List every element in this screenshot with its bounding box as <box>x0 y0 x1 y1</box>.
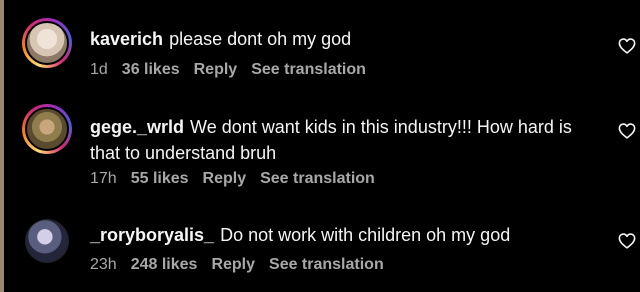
comment-time: 1d <box>90 61 108 78</box>
avatar[interactable] <box>22 104 72 154</box>
window-edge <box>0 0 4 292</box>
likes-count[interactable]: 248 likes <box>131 256 198 273</box>
comment-item: _roryboryalis_ Do not work with children … <box>22 216 636 278</box>
see-translation-button[interactable]: See translation <box>269 256 384 273</box>
see-translation-button[interactable]: See translation <box>251 61 366 78</box>
avatar[interactable] <box>22 18 72 68</box>
comment-body: gege._wrld We dont want kids in this indu… <box>90 114 588 166</box>
avatar[interactable] <box>25 219 69 263</box>
likes-count[interactable]: 55 likes <box>131 170 189 187</box>
comment-username[interactable]: gege._wrld <box>90 117 184 137</box>
likes-count[interactable]: 36 likes <box>122 61 180 78</box>
comment-username[interactable]: kaverich <box>90 29 163 49</box>
comment-body: _roryboryalis_ Do not work with children … <box>90 222 588 248</box>
reply-button[interactable]: Reply <box>194 61 238 78</box>
comment-meta: 17h 55 likes Reply See translation <box>90 170 389 188</box>
heart-outline-icon[interactable] <box>618 38 636 54</box>
comment-meta: 1d 36 likes Reply See translation <box>90 61 380 79</box>
comment-item: gege._wrld We dont want kids in this indu… <box>22 104 636 194</box>
comment-body: kaverich please dont oh my god <box>90 26 588 52</box>
reply-button[interactable]: Reply <box>203 170 247 187</box>
comment-text: please dont oh my god <box>169 29 352 49</box>
comment-time: 23h <box>90 256 117 273</box>
reply-button[interactable]: Reply <box>211 256 255 273</box>
heart-outline-icon[interactable] <box>618 233 636 249</box>
see-translation-button[interactable]: See translation <box>260 170 375 187</box>
comment-meta: 23h 248 likes Reply See translation <box>90 256 398 274</box>
comment-time: 17h <box>90 170 117 187</box>
heart-outline-icon[interactable] <box>618 123 636 139</box>
comment-text: Do not work with children oh my god <box>220 225 511 245</box>
comment-username[interactable]: _roryboryalis_ <box>90 225 214 245</box>
comment-item: kaverich please dont oh my god 1d 36 likes… <box>22 18 636 80</box>
